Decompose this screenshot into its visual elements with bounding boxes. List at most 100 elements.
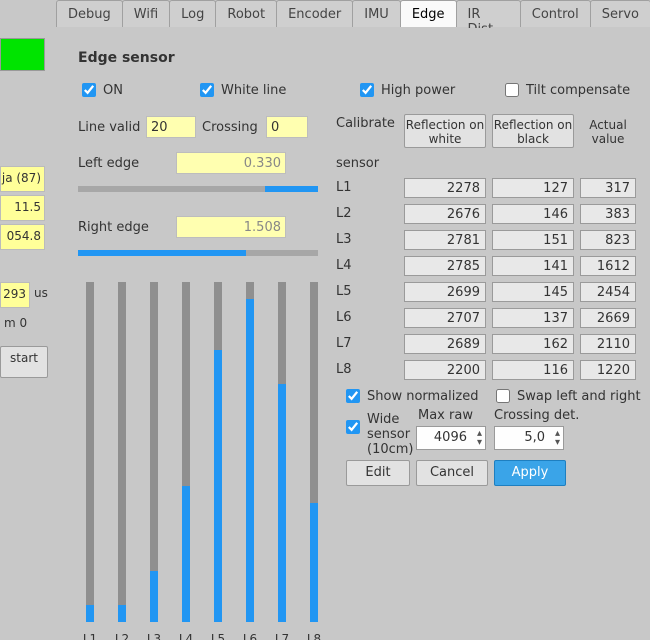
right-edge-progress xyxy=(78,250,318,256)
cell-black-L5: 145 xyxy=(492,282,574,302)
cell-actual-L6: 2669 xyxy=(580,308,636,328)
reflection-white-button[interactable]: Reflection on white xyxy=(404,114,486,148)
tab-debug[interactable]: Debug xyxy=(56,0,123,27)
checkbox-white-line-label: White line xyxy=(221,83,286,98)
cell-white-L3: 2781 xyxy=(404,230,486,250)
right-edge-value[interactable]: 1.508 xyxy=(176,216,286,238)
cancel-button[interactable]: Cancel xyxy=(416,460,488,486)
checkbox-high-power[interactable]: High power xyxy=(356,80,455,100)
tab-robot[interactable]: Robot xyxy=(215,0,277,27)
cell-white-L8: 2200 xyxy=(404,360,486,380)
side-cell-v1: 11.5 xyxy=(0,195,45,221)
cell-black-L8: 116 xyxy=(492,360,574,380)
reflection-black-button[interactable]: Reflection on black xyxy=(492,114,574,148)
bar-track-L2 xyxy=(118,282,126,622)
checkbox-on-label: ON xyxy=(103,83,123,98)
sensor-row-label: L2 xyxy=(336,206,352,221)
checkbox-tilt-compensate-input[interactable] xyxy=(505,83,519,97)
checkbox-show-normalized-input[interactable] xyxy=(346,389,360,403)
bar-fill-L8 xyxy=(310,503,318,622)
side-cell-ja: ja (87) xyxy=(0,166,45,192)
checkbox-swap-lr[interactable]: Swap left and right xyxy=(492,386,641,406)
cell-black-L3: 151 xyxy=(492,230,574,250)
cell-actual-L8: 1220 xyxy=(580,360,636,380)
left-edge-value[interactable]: 0.330 xyxy=(176,152,286,174)
left-edge-label: Left edge xyxy=(78,156,139,171)
tab-log[interactable]: Log xyxy=(169,0,216,27)
checkbox-white-line-input[interactable] xyxy=(200,83,214,97)
cell-white-L1: 2278 xyxy=(404,178,486,198)
cell-actual-L7: 2110 xyxy=(580,334,636,354)
crossdet-input[interactable]: 5,0▴▾ xyxy=(494,426,564,450)
sensor-row-label: L1 xyxy=(336,180,352,195)
side-indicator xyxy=(0,38,45,71)
line-valid-label: Line valid xyxy=(78,120,140,135)
checkbox-on[interactable]: ON xyxy=(78,80,123,100)
tab-bar: DebugWifiLogRobotEncoderIMUEdgeIR DistCo… xyxy=(56,0,650,29)
checkbox-show-normalized[interactable]: Show normalized xyxy=(342,386,478,406)
crossing-label: Crossing xyxy=(202,120,258,135)
bar-fill-L4 xyxy=(182,486,190,622)
tab-imu[interactable]: IMU xyxy=(352,0,401,27)
crossing-input[interactable]: 0 xyxy=(266,116,308,138)
bar-label-L2: L2 xyxy=(110,632,134,640)
bar-fill-L1 xyxy=(86,605,94,622)
panel-title: Edge sensor xyxy=(78,50,175,66)
cell-white-L6: 2707 xyxy=(404,308,486,328)
cell-white-L5: 2699 xyxy=(404,282,486,302)
checkbox-show-normalized-label: Show normalized xyxy=(367,389,478,404)
tab-ir-dist[interactable]: IR Dist xyxy=(456,0,521,27)
right-edge-label: Right edge xyxy=(78,220,149,235)
checkbox-white-line[interactable]: White line xyxy=(196,80,286,100)
bar-label-L4: L4 xyxy=(174,632,198,640)
bar-label-L1: L1 xyxy=(78,632,102,640)
bar-label-L8: L8 xyxy=(302,632,326,640)
checkbox-wide-sensor[interactable]: Widesensor(10cm) xyxy=(342,412,414,457)
cell-actual-L4: 1612 xyxy=(580,256,636,276)
bar-track-L1 xyxy=(86,282,94,622)
bar-fill-L5 xyxy=(214,350,222,622)
side-m0-label: m 0 xyxy=(4,316,56,330)
maxraw-input[interactable]: 4096▴▾ xyxy=(416,426,486,450)
spinner-icon: ▴▾ xyxy=(477,429,482,447)
checkbox-high-power-label: High power xyxy=(381,83,455,98)
maxraw-label: Max raw xyxy=(418,408,473,423)
checkbox-on-input[interactable] xyxy=(82,83,96,97)
bar-label-L6: L6 xyxy=(238,632,262,640)
tab-edge[interactable]: Edge xyxy=(400,0,457,27)
cell-actual-L1: 317 xyxy=(580,178,636,198)
checkbox-high-power-input[interactable] xyxy=(360,83,374,97)
tab-wifi[interactable]: Wifi xyxy=(122,0,170,27)
spinner-icon: ▴▾ xyxy=(555,429,560,447)
checkbox-swap-lr-input[interactable] xyxy=(496,389,510,403)
bar-fill-L6 xyxy=(246,299,254,622)
tab-encoder[interactable]: Encoder xyxy=(276,0,353,27)
left-sidebar: ja (87) 11.5 054.8 293 us m 0 start xyxy=(0,0,56,640)
cell-white-L7: 2689 xyxy=(404,334,486,354)
checkbox-tilt-compensate[interactable]: Tilt compensate xyxy=(501,80,630,100)
bar-label-L7: L7 xyxy=(270,632,294,640)
edit-button[interactable]: Edit xyxy=(346,460,410,486)
cell-white-L2: 2676 xyxy=(404,204,486,224)
sensor-bar-chart: L1L2L3L4L5L6L7L8 xyxy=(80,268,340,640)
actual-value-header: Actual value xyxy=(580,118,636,146)
tab-control[interactable]: Control xyxy=(520,0,591,27)
bar-fill-L3 xyxy=(150,571,158,622)
calibrate-label: Calibrate xyxy=(336,116,395,131)
checkbox-wide-sensor-input[interactable] xyxy=(346,420,360,434)
apply-button[interactable]: Apply xyxy=(494,460,566,486)
cell-white-L4: 2785 xyxy=(404,256,486,276)
checkbox-wide-sensor-label: Widesensor(10cm) xyxy=(367,412,414,457)
cell-black-L2: 146 xyxy=(492,204,574,224)
side-cell-v3: 293 xyxy=(0,282,30,308)
crossdet-label: Crossing det. xyxy=(494,408,579,423)
bar-fill-L7 xyxy=(278,384,286,622)
line-valid-input[interactable]: 20 xyxy=(146,116,196,138)
cell-black-L1: 127 xyxy=(492,178,574,198)
bar-label-L3: L3 xyxy=(142,632,166,640)
tab-servo[interactable]: Servo xyxy=(590,0,650,27)
cell-actual-L2: 383 xyxy=(580,204,636,224)
side-cell-v2: 054.8 xyxy=(0,224,45,250)
start-button[interactable]: start xyxy=(0,346,48,378)
bar-fill-L2 xyxy=(118,605,126,622)
